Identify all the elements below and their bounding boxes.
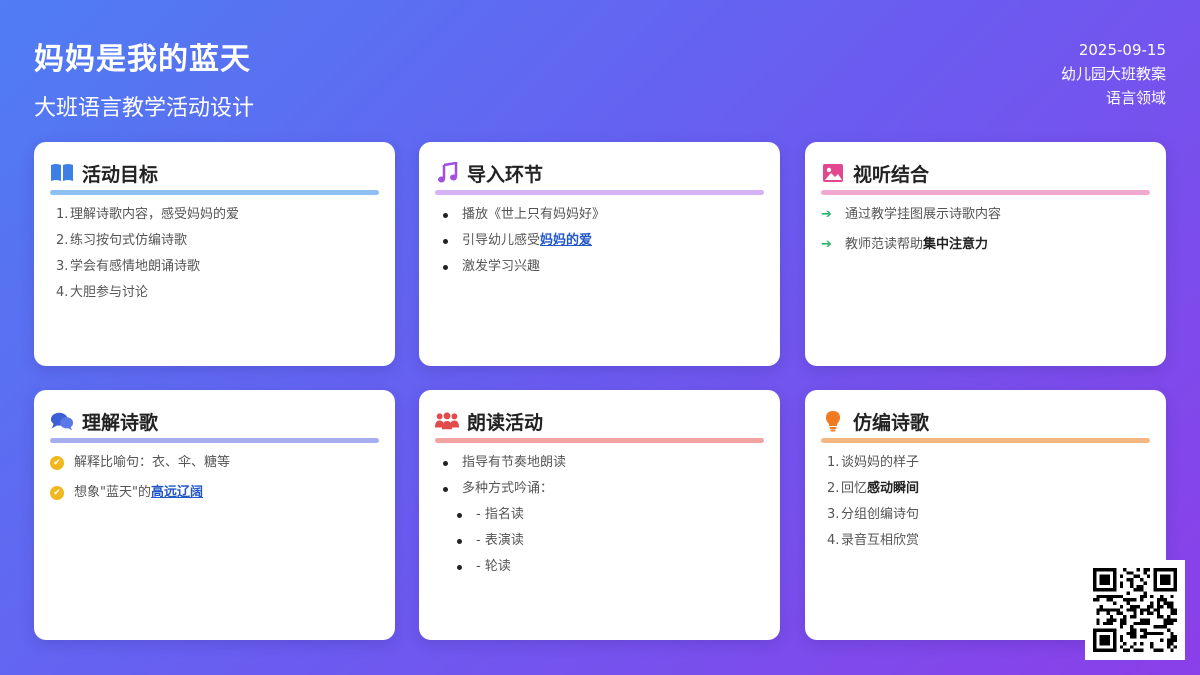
list-item: ➔ 教师范读帮助集中注意力 bbox=[821, 237, 989, 252]
card-title-underline bbox=[435, 190, 764, 195]
card-title: 活动目标 bbox=[82, 163, 159, 186]
list-item: 2. 练习按句式仿编诗歌 bbox=[56, 233, 188, 248]
card-title: 视听结合 bbox=[853, 163, 930, 186]
list-item: - 轮读 bbox=[435, 559, 764, 575]
lightbulb-icon bbox=[821, 410, 845, 432]
list-item: 激发学习兴趣 bbox=[435, 259, 764, 275]
card-title: 导入环节 bbox=[467, 163, 544, 186]
lesson-type: 幼儿园大班教案 bbox=[1060, 65, 1166, 83]
list-item: 4. 录音互相欣赏 bbox=[827, 533, 920, 548]
list-item: 指导有节奏地朗读 bbox=[435, 455, 764, 471]
chat-icon bbox=[50, 410, 74, 432]
link-vast-sky[interactable]: 高远辽阔 bbox=[151, 485, 203, 500]
link-mothers-love[interactable]: 妈妈的爱 bbox=[540, 233, 592, 248]
card-reading-activity: 朗读活动 指导有节奏地朗读 多种方式吟诵： - 指名读 - 表演读 - 轮读 bbox=[419, 390, 780, 640]
list-item: 引导幼儿感受妈妈的爱 bbox=[435, 233, 764, 249]
users-icon bbox=[435, 410, 459, 432]
list-item: 播放《世上只有妈妈好》 bbox=[435, 207, 764, 223]
page-title: 妈妈是我的蓝天 bbox=[34, 42, 251, 77]
page-subtitle: 大班语言教学活动设计 bbox=[34, 96, 255, 121]
qr-code bbox=[1085, 560, 1185, 660]
list-item: - 指名读 bbox=[435, 507, 764, 523]
card-title-underline bbox=[50, 438, 379, 443]
lesson-domain: 语言领域 bbox=[1105, 89, 1166, 107]
card-title-underline bbox=[821, 438, 1150, 443]
check-circle-icon: ✔ bbox=[50, 486, 64, 500]
header-left: 妈妈是我的蓝天 大班语言教学活动设计 bbox=[34, 34, 254, 122]
card-title-underline bbox=[435, 438, 764, 443]
music-icon bbox=[435, 162, 459, 184]
list-item: 4. 大胆参与讨论 bbox=[56, 285, 149, 300]
list-item: 2. 回忆感动瞬间 bbox=[827, 481, 920, 496]
list-item: 3. 学会有感情地朗诵诗歌 bbox=[56, 259, 201, 274]
card-title-underline bbox=[50, 190, 379, 195]
list-item: 多种方式吟诵： bbox=[435, 481, 764, 497]
card-title: 朗读活动 bbox=[467, 411, 544, 434]
book-icon bbox=[50, 162, 74, 184]
header-meta: 2025-09-15 幼儿园大班教案 语言领域 bbox=[1061, 38, 1166, 110]
list-item: 3. 分组创编诗句 bbox=[827, 507, 920, 522]
list-item: ✔ 解释比喻句：衣、伞、糖等 bbox=[50, 455, 379, 471]
image-icon bbox=[821, 162, 845, 184]
card-title-underline bbox=[821, 190, 1150, 195]
card-title: 仿编诗歌 bbox=[853, 411, 930, 434]
card-audiovisual: 视听结合 ➔ 通过教学挂图展示诗歌内容 ➔ 教师范读帮助集中注意力 bbox=[805, 142, 1166, 366]
card-activity-goals: 活动目标 1. 理解诗歌内容，感受妈妈的爱 2. 练习按句式仿编诗歌 3. 学会有感情… bbox=[34, 142, 395, 366]
arrow-right-icon: ➔ bbox=[821, 207, 832, 222]
list-item: - 表演读 bbox=[435, 533, 764, 549]
list-item: 1. 谈妈妈的样子 bbox=[827, 455, 920, 470]
card-understand-poem: 理解诗歌 ✔ 解释比喻句：衣、伞、糖等 ✔ 想象"蓝天"的高远辽阔 bbox=[34, 390, 395, 640]
list-item: ✔ 想象"蓝天"的高远辽阔 bbox=[50, 485, 379, 501]
arrow-right-icon: ➔ bbox=[821, 237, 832, 252]
card-title: 理解诗歌 bbox=[82, 411, 159, 434]
card-introduction: 导入环节 播放《世上只有妈妈好》 引导幼儿感受妈妈的爱 激发学习兴趣 bbox=[419, 142, 780, 366]
list-item: ➔ 通过教学挂图展示诗歌内容 bbox=[821, 207, 1002, 222]
qr-code-icon bbox=[1093, 568, 1177, 652]
list-item: 1. 理解诗歌内容，感受妈妈的爱 bbox=[56, 207, 240, 222]
lesson-date: 2025-09-15 bbox=[1078, 41, 1166, 59]
check-circle-icon: ✔ bbox=[50, 456, 64, 470]
